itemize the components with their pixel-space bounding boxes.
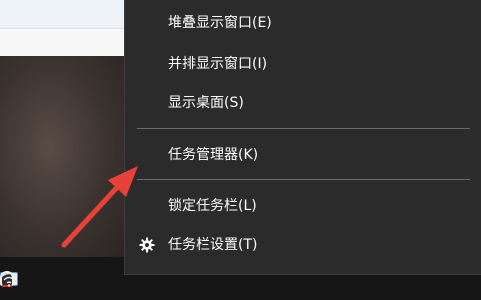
menu-item-label: 显示桌面(S) [168, 95, 244, 111]
menu-item-task-manager[interactable]: 任务管理器(K) [125, 137, 481, 173]
desktop-wallpaper [0, 56, 124, 257]
menu-item-side-by-side[interactable]: 并排显示窗口(I) [125, 46, 481, 82]
menu-item-taskbar-settings[interactable]: 任务栏设置(T) [125, 227, 481, 263]
window-content [0, 30, 124, 56]
menu-item-label: 堆叠显示窗口(E) [168, 15, 272, 31]
taskbar-context-menu: 堆叠显示窗口(E) 并排显示窗口(I) 显示桌面(S) 任务管理器(K) 锁定任… [124, 0, 481, 275]
menu-item-label: 任务栏设置(T) [168, 237, 258, 253]
window-titlebar [0, 0, 124, 29]
menu-item-label: 任务管理器(K) [168, 147, 259, 163]
menu-separator [137, 179, 470, 180]
menu-item-label: 锁定任务栏(L) [168, 198, 257, 214]
menu-item-lock-taskbar[interactable]: 锁定任务栏(L) [125, 188, 481, 224]
background-window [0, 0, 124, 56]
menu-item-label: 并排显示窗口(I) [168, 56, 268, 72]
menu-item-show-desktop[interactable]: 显示桌面(S) [125, 85, 481, 121]
gear-icon [139, 237, 155, 253]
menu-item-cascade-windows[interactable]: 堆叠显示窗口(E) [125, 5, 481, 41]
wifi-icon[interactable] [0, 267, 18, 291]
menu-separator [137, 128, 470, 129]
